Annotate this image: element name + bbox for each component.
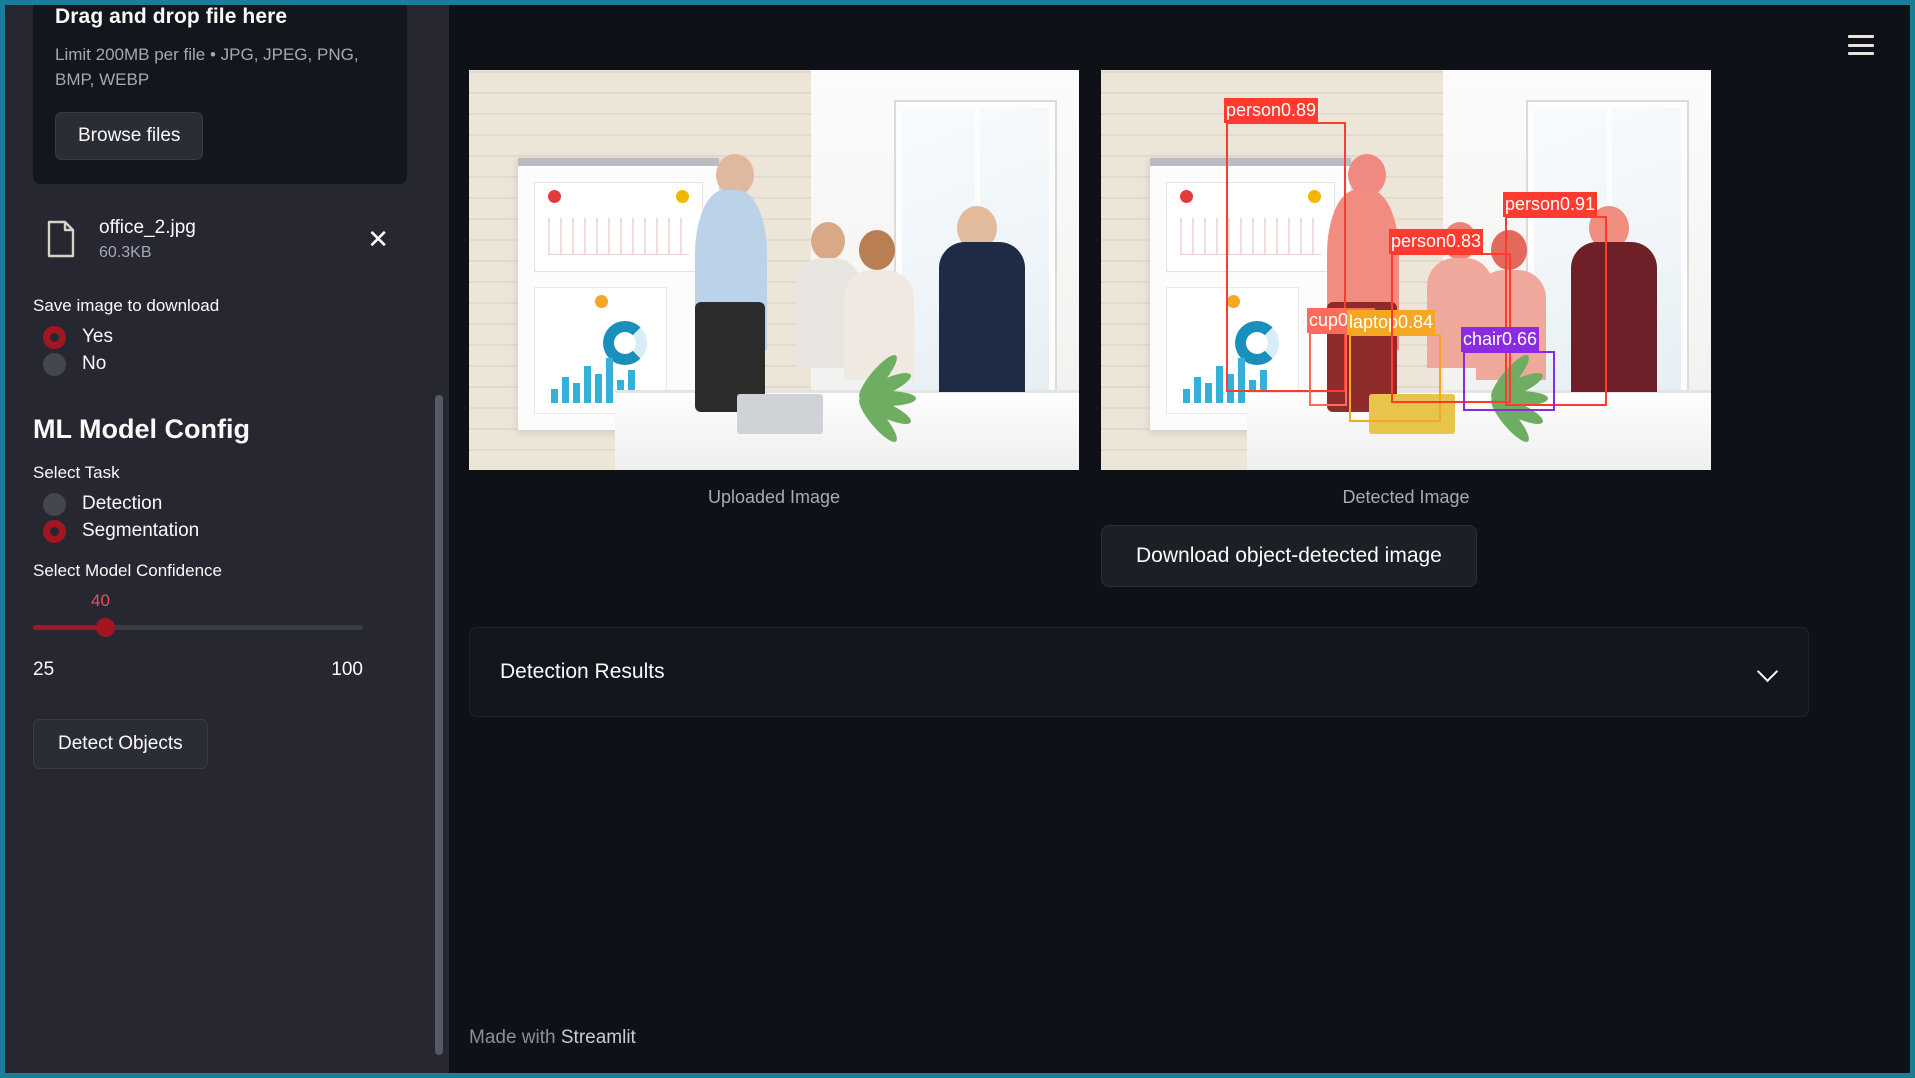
confidence-slider[interactable]: 40	[33, 591, 407, 661]
sidebar-scrollbar[interactable]	[435, 395, 443, 1055]
footer-made-with: Made with	[469, 1027, 561, 1048]
slider-track[interactable]	[33, 617, 363, 637]
browse-files-button[interactable]: Browse files	[55, 112, 204, 161]
uploaded-image-caption: Uploaded Image	[707, 487, 841, 507]
detection-label: person0.89	[1224, 98, 1319, 123]
radio-task-detection[interactable]: Detection	[43, 492, 407, 516]
select-task-label: Select Task	[33, 462, 120, 482]
detected-image-caption: Detected Image	[1342, 487, 1470, 507]
remove-file-button[interactable]: ✕	[367, 226, 407, 252]
image-columns: Uploaded Image person0.89 cup0.47 laptop…	[469, 70, 1809, 508]
radio-task-segmentation[interactable]: Segmentation	[43, 519, 407, 543]
sidebar: Drag and drop file here Limit 200MB per …	[5, 5, 449, 1073]
document-icon	[33, 220, 89, 258]
radio-save-yes[interactable]: Yes	[43, 325, 407, 349]
download-row: Download object-detected image	[469, 525, 1809, 587]
ml-model-config-heading: ML Model Config	[33, 413, 250, 444]
detection-label: person0.83	[1389, 229, 1484, 254]
slider-min-label: 25	[33, 658, 55, 680]
streamlit-app-window: Drag and drop file here Limit 200MB per …	[0, 0, 1915, 1078]
uploaded-image-column: Uploaded Image	[469, 70, 1079, 508]
detection-box-cup-047: cup0.47	[1307, 308, 1376, 406]
detect-objects-button[interactable]: Detect Objects	[33, 718, 208, 769]
detected-image-column: person0.89 cup0.47 laptop0.84 person0.83	[1101, 70, 1711, 508]
radio-label-yes: Yes	[82, 326, 113, 348]
detection-box-chair-066: chair0.66	[1461, 327, 1555, 411]
uploaded-file-name: office_2.jpg	[99, 217, 196, 239]
detection-label: person0.91	[1503, 192, 1598, 217]
detected-image: person0.89 cup0.47 laptop0.84 person0.83	[1101, 70, 1711, 470]
save-image-label: Save image to download	[33, 295, 220, 315]
radio-indicator-segmentation[interactable]	[43, 519, 66, 543]
footer: Made with Streamlit	[469, 1027, 636, 1049]
radio-indicator-yes[interactable]	[43, 325, 66, 349]
uploaded-file-row: office_2.jpg 60.3KB ✕	[33, 202, 407, 278]
confidence-value: 40	[91, 590, 110, 610]
dropzone-limits: Limit 200MB per file • JPG, JPEG, PNG, B…	[55, 45, 359, 89]
slider-max-label: 100	[331, 658, 363, 680]
radio-label-detection: Detection	[82, 493, 163, 515]
expander-title: Detection Results	[500, 660, 665, 683]
uploaded-file-size: 60.3KB	[99, 243, 152, 261]
footer-brand: Streamlit	[560, 1027, 636, 1048]
slider-thumb[interactable]	[96, 617, 115, 637]
detection-label: chair0.66	[1461, 327, 1540, 352]
radio-label-segmentation: Segmentation	[82, 520, 200, 542]
dropzone-title: Drag and drop file here	[55, 5, 288, 28]
radio-save-no[interactable]: No	[43, 352, 407, 376]
file-uploader-dropzone[interactable]: Drag and drop file here Limit 200MB per …	[33, 5, 407, 185]
uploaded-image	[469, 70, 1079, 470]
main-content: Uploaded Image person0.89 cup0.47 laptop…	[449, 5, 1910, 1073]
slider-fill	[33, 624, 105, 630]
download-detected-image-button[interactable]: Download object-detected image	[1101, 525, 1477, 587]
detection-results-expander[interactable]: Detection Results	[469, 627, 1809, 717]
radio-label-no: No	[82, 353, 107, 375]
confidence-label: Select Model Confidence	[33, 560, 223, 580]
radio-indicator-no[interactable]	[43, 352, 66, 376]
radio-indicator-detection[interactable]	[43, 492, 66, 516]
hamburger-menu-icon[interactable]	[1848, 35, 1874, 55]
chevron-down-icon[interactable]	[1758, 662, 1778, 682]
